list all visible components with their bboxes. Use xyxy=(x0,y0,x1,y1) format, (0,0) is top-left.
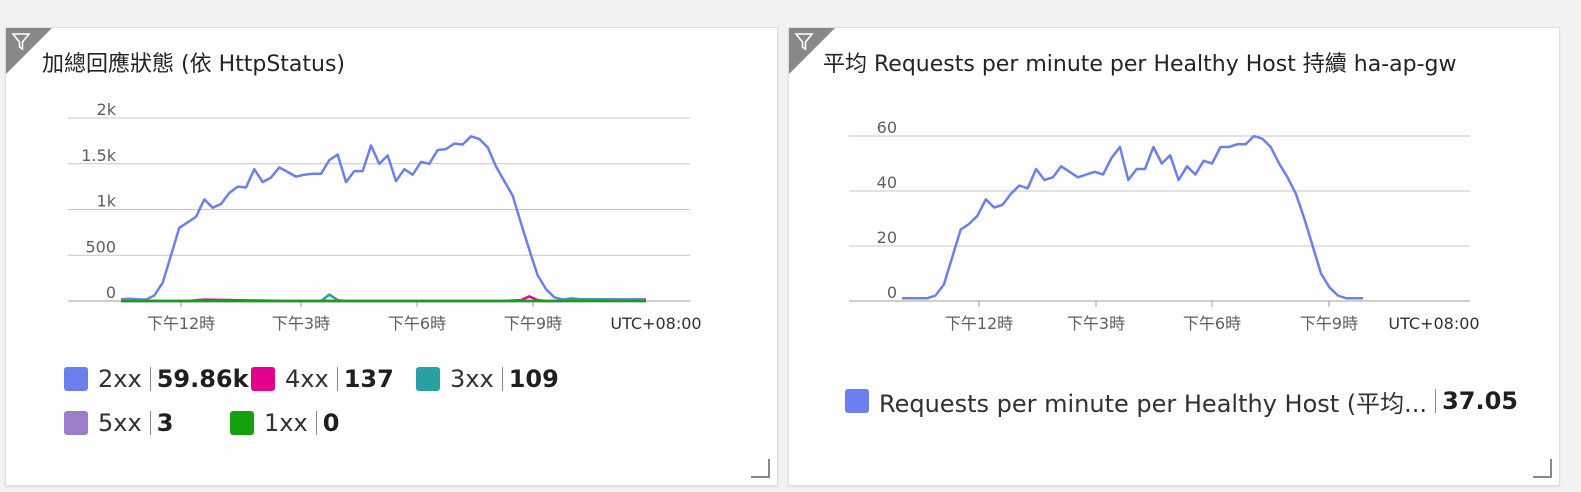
legend-swatch xyxy=(230,411,254,435)
x-tick-label: 下午9時 xyxy=(1300,314,1358,333)
legend-separator xyxy=(1435,389,1437,413)
legend-swatch xyxy=(845,389,869,413)
legend-label: 2xx xyxy=(98,365,142,393)
x-tick-label: 下午3時 xyxy=(1067,314,1125,333)
x-tick-label: 下午6時 xyxy=(1183,314,1241,333)
legend-item-2xx[interactable]: 2xx 59.86k xyxy=(64,364,249,394)
http-status-chart-tile[interactable]: 加總回應狀態 (依 HttpStatus) 0 500 1k 1.5k 2k 下午12時下… xyxy=(5,27,778,486)
y-tick-label: 60 xyxy=(877,118,897,137)
x-tick-label: 下午9時 xyxy=(504,314,562,333)
legend-value: 137 xyxy=(343,365,394,393)
y-tick-label: 20 xyxy=(877,228,897,247)
series-line-2xx xyxy=(120,135,646,301)
legend-separator xyxy=(149,367,151,391)
legend-item-5xx[interactable]: 5xx 3 xyxy=(64,408,173,438)
legend-separator xyxy=(501,367,503,391)
http-status-line-chart: 0 500 1k 1.5k 2k 下午12時 下午3時 下午6時 下午9時 UTC+08:00 xyxy=(68,100,702,333)
x-tick-label: 下午12時 xyxy=(147,314,215,333)
y-tick-label: 2k xyxy=(97,100,117,119)
legend-item-requests[interactable]: Requests per minute per Healthy Host (平均… xyxy=(845,386,1518,418)
legend-value: 37.05 xyxy=(1442,387,1518,415)
legend-label: Requests per minute per Healthy Host (平均… xyxy=(879,389,1428,418)
x-tick-label: 下午6時 xyxy=(388,314,446,333)
legend-label: 4xx xyxy=(285,365,329,393)
series-line-requests-per-minute-per-healthy-host- xyxy=(902,134,1363,300)
y-tick-label: 500 xyxy=(85,237,116,256)
legend-item-4xx[interactable]: 4xx 137 xyxy=(251,364,394,394)
timezone-label: UTC+08:00 xyxy=(610,314,701,333)
legend-value: 109 xyxy=(508,365,559,393)
legend-label: 3xx xyxy=(450,365,494,393)
legend-separator xyxy=(336,367,338,391)
resize-handle-icon[interactable] xyxy=(1531,457,1553,479)
y-tick-label: 40 xyxy=(877,173,897,192)
legend-label: 1xx xyxy=(264,409,308,437)
legend-swatch xyxy=(416,367,440,391)
legend-swatch xyxy=(64,411,88,435)
y-tick-label: 0 xyxy=(106,283,116,302)
legend-swatch xyxy=(64,367,88,391)
legend-item-1xx[interactable]: 1xx 0 xyxy=(230,408,339,438)
timezone-label: UTC+08:00 xyxy=(1388,314,1479,333)
legend-item-3xx[interactable]: 3xx 109 xyxy=(416,364,559,394)
legend-swatch xyxy=(251,367,275,391)
legend-value: 0 xyxy=(322,409,340,437)
requests-per-host-line-chart: 0 20 40 60 下午12時 下午3時 下午6時 下午9時 UTC+08:00 xyxy=(849,118,1480,333)
y-tick-label: 0 xyxy=(887,283,897,302)
y-tick-label: 1.5k xyxy=(81,146,116,165)
legend-label: 5xx xyxy=(98,409,142,437)
x-tick-label: 下午12時 xyxy=(945,314,1013,333)
legend-separator xyxy=(315,411,317,435)
y-tick-label: 1k xyxy=(97,192,117,211)
legend-separator xyxy=(149,411,151,435)
legend-value: 3 xyxy=(156,409,174,437)
resize-handle-icon[interactable] xyxy=(749,457,771,479)
legend-value: 59.86k xyxy=(156,365,249,393)
x-tick-label: 下午3時 xyxy=(272,314,330,333)
requests-per-host-chart-tile[interactable]: 平均 Requests per minute per Healthy Host … xyxy=(788,27,1560,486)
